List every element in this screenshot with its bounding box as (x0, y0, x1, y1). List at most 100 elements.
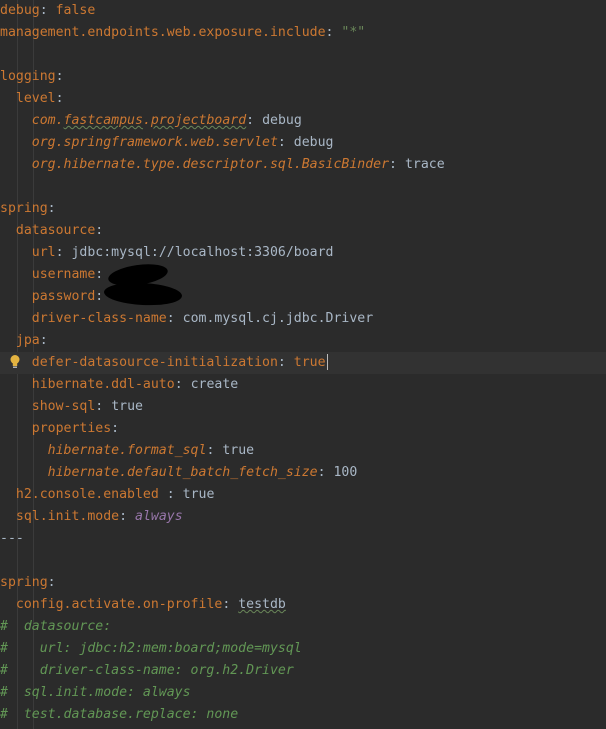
yaml-key: org.springframework.web.servlet (31, 135, 278, 150)
code-line[interactable]: hibernate.default_batch_fetch_size: 100 (0, 462, 606, 484)
lightbulb-icon[interactable] (9, 354, 21, 370)
yaml-value: false (55, 3, 96, 18)
code-editor[interactable]: debug: false management.endpoints.web.ex… (0, 0, 606, 729)
yaml-key: h2.console.enabled (15, 487, 167, 502)
code-line[interactable]: logging: (0, 66, 606, 88)
yaml-value: jdbc:mysql://localhost:3306/board (71, 245, 334, 260)
yaml-key: properties (31, 421, 112, 436)
yaml-key: jpa (15, 333, 40, 348)
code-line[interactable]: datasource: (0, 220, 606, 242)
yaml-sep: : (95, 267, 104, 282)
code-line[interactable]: management.endpoints.web.exposure.includ… (0, 22, 606, 44)
yaml-value: true (182, 487, 215, 502)
comment-line: # datasource: (0, 619, 112, 634)
code-line[interactable]: properties: (0, 418, 606, 440)
yaml-key: driver-class-name (31, 311, 167, 326)
code-line[interactable]: url: jdbc:mysql://localhost:3306/board (0, 242, 606, 264)
yaml-sep: : (389, 157, 405, 172)
code-line[interactable]: debug: false (0, 0, 606, 22)
document-separator: --- (0, 531, 24, 546)
yaml-sep: : (111, 421, 120, 436)
code-line[interactable]: config.activate.on-profile: testdb (0, 594, 606, 616)
yaml-sep: : (174, 377, 191, 392)
yaml-sep: : (95, 289, 104, 304)
yaml-key: management.endpoints.web.exposure.includ… (0, 25, 326, 40)
code-line[interactable]: # test.database.replace: none (0, 704, 606, 726)
yaml-sep: : (55, 91, 64, 106)
yaml-sep: : (95, 223, 104, 238)
yaml-key: username (31, 267, 96, 282)
yaml-value: testdb (238, 597, 286, 612)
yaml-value: 100 (333, 465, 358, 480)
code-line[interactable]: org.springframework.web.servlet: debug (0, 132, 606, 154)
yaml-key-part: projectboard (150, 113, 247, 128)
code-line[interactable]: org.hibernate.type.descriptor.sql.BasicB… (0, 154, 606, 176)
yaml-key-part: fastcampus (63, 113, 143, 128)
yaml-key: hibernate.default_batch_fetch_size (47, 465, 318, 480)
code-line[interactable]: level: (0, 88, 606, 110)
code-line[interactable]: hibernate.format_sql: true (0, 440, 606, 462)
yaml-sep: : (166, 487, 183, 502)
yaml-key: config.activate.on-profile (15, 597, 223, 612)
yaml-value: "*" (341, 25, 366, 40)
yaml-key: hibernate.ddl-auto (31, 377, 175, 392)
yaml-key: hibernate.format_sql (47, 443, 207, 458)
code-line[interactable]: # url: jdbc:h2:mem:board;mode=mysql (0, 638, 606, 660)
yaml-sep: : (166, 311, 183, 326)
yaml-sep: : (277, 355, 294, 370)
text-cursor (326, 354, 328, 370)
yaml-sep: : (206, 443, 223, 458)
code-line[interactable]: # datasource: (0, 616, 606, 638)
yaml-value: debug (262, 113, 302, 128)
code-line[interactable]: # driver-class-name: org.h2.Driver (0, 660, 606, 682)
yaml-sep: : (95, 399, 112, 414)
comment-line: # sql.init.mode: always (0, 685, 191, 700)
yaml-value: true (293, 355, 326, 370)
yaml-sep: : (55, 245, 72, 260)
code-line[interactable]: jpa: (0, 330, 606, 352)
yaml-sep: : (119, 509, 135, 524)
code-line[interactable]: password: (0, 286, 606, 308)
yaml-value: true (222, 443, 255, 458)
code-line[interactable]: h2.console.enabled : true (0, 484, 606, 506)
yaml-sep: : (317, 465, 334, 480)
yaml-sep: : (47, 201, 56, 216)
code-line[interactable]: com.fastcampus.projectboard: debug (0, 110, 606, 132)
code-line[interactable]: --- (0, 528, 606, 550)
yaml-key: level (15, 91, 56, 106)
yaml-key: debug (0, 3, 40, 18)
code-line[interactable]: driver-class-name: com.mysql.cj.jdbc.Dri… (0, 308, 606, 330)
code-line-current[interactable]: defer-datasource-initialization: true (0, 352, 606, 374)
code-line[interactable]: spring: (0, 198, 606, 220)
yaml-sep: : (325, 25, 342, 40)
yaml-sep: : (47, 575, 56, 590)
comment-line: # driver-class-name: org.h2.Driver (0, 663, 294, 678)
yaml-value: debug (293, 135, 334, 150)
yaml-key: sql.init.mode (15, 509, 120, 524)
code-line[interactable]: show-sql: true (0, 396, 606, 418)
code-line[interactable]: # sql.init.mode: always (0, 682, 606, 704)
comment-line: # url: jdbc:h2:mem:board;mode=mysql (0, 641, 302, 656)
code-line[interactable]: hibernate.ddl-auto: create (0, 374, 606, 396)
yaml-value: create (190, 377, 239, 392)
yaml-sep: : (39, 3, 56, 18)
yaml-key-part: com. (31, 113, 64, 128)
yaml-key: logging (0, 69, 56, 84)
code-line[interactable]: sql.init.mode: always (0, 506, 606, 528)
yaml-value: trace (404, 157, 445, 172)
yaml-sep: : (55, 69, 64, 84)
yaml-key: spring (0, 201, 48, 216)
code-line[interactable]: spring: (0, 572, 606, 594)
yaml-key: defer-datasource-initialization (31, 355, 278, 370)
yaml-key: password (31, 289, 96, 304)
yaml-sep: : (277, 135, 294, 150)
yaml-key: org.hibernate.type.descriptor.sql.BasicB… (31, 157, 390, 172)
yaml-value: com.mysql.cj.jdbc.Driver (182, 311, 374, 326)
yaml-sep: : (246, 113, 263, 128)
yaml-key: spring (0, 575, 48, 590)
yaml-value: always (135, 509, 183, 524)
code-line[interactable]: username: (0, 264, 606, 286)
yaml-key-part: . (142, 113, 151, 128)
yaml-key: show-sql (31, 399, 96, 414)
yaml-sep: : (222, 597, 239, 612)
